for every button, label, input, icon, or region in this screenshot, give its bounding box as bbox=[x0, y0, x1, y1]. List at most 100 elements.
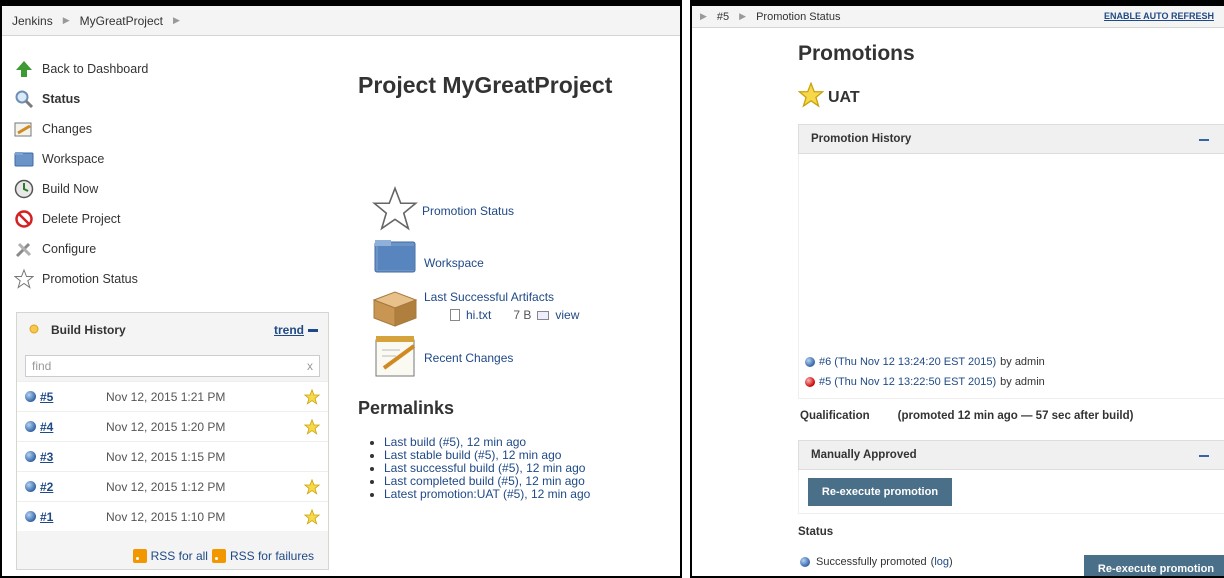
build-history-title: Build History bbox=[51, 323, 126, 337]
status-log-link[interactable]: log bbox=[934, 556, 949, 568]
side-menu: Back to Dashboard Status Changes Workspa… bbox=[14, 54, 314, 294]
menu-build-now[interactable]: Build Now bbox=[14, 174, 314, 204]
star-outline-icon bbox=[372, 186, 418, 235]
rss-icon bbox=[211, 549, 226, 563]
clock-icon bbox=[14, 179, 34, 199]
artifact-view-link[interactable]: view bbox=[555, 308, 579, 322]
history-row: #6 (Thu Nov 12 13:24:20 EST 2015) by adm… bbox=[799, 352, 1224, 372]
breadcrumb-project[interactable]: MyGreatProject bbox=[80, 14, 163, 28]
project-page-panel: Jenkins ▶ MyGreatProject ▶ Back to Dashb… bbox=[0, 0, 682, 578]
magnifier-icon bbox=[14, 89, 34, 109]
collapse-icon[interactable] bbox=[1199, 455, 1209, 457]
status-line: Successfully promoted (log) bbox=[800, 556, 953, 568]
breadcrumb-build[interactable]: #5 bbox=[717, 11, 729, 23]
rss-all-link[interactable]: RSS for all bbox=[151, 549, 208, 563]
menu-delete-project[interactable]: Delete Project bbox=[14, 204, 314, 234]
build-date: Nov 12, 2015 1:12 PM bbox=[106, 479, 226, 494]
chevron-right-icon: ▶ bbox=[700, 11, 707, 21]
blue-ball-icon bbox=[25, 511, 36, 522]
permalink[interactable]: Last completed build (#5), 12 min ago bbox=[384, 474, 585, 488]
file-icon bbox=[450, 309, 460, 321]
menu-workspace[interactable]: Workspace bbox=[14, 144, 314, 174]
list-item: Latest promotion:UAT (#5), 12 min ago bbox=[384, 488, 590, 501]
build-row[interactable]: #1 Nov 12, 2015 1:10 PM bbox=[17, 501, 328, 531]
menu-label[interactable]: Build Now bbox=[42, 182, 98, 196]
collapse-icon[interactable] bbox=[308, 328, 318, 332]
page-title: Promotions bbox=[798, 42, 915, 65]
permalinks-list: Last build (#5), 12 min ago Last stable … bbox=[384, 436, 590, 501]
status-heading: Status bbox=[798, 526, 834, 538]
build-history-widget: Build History trend find x #5 Nov 12, 20… bbox=[16, 312, 329, 570]
permalink[interactable]: Last build (#5), 12 min ago bbox=[384, 435, 526, 449]
rss-icon bbox=[132, 549, 147, 563]
promotion-history-title: Promotion History bbox=[811, 133, 912, 145]
artifact-file-link[interactable]: hi.txt bbox=[466, 308, 491, 322]
clear-search-icon[interactable]: x bbox=[307, 359, 313, 373]
re-execute-promotion-button-2[interactable]: Re-execute promotion bbox=[1084, 555, 1224, 576]
history-row: #5 (Thu Nov 12 13:22:50 EST 2015) by adm… bbox=[799, 372, 1224, 392]
build-row[interactable]: #4 Nov 12, 2015 1:20 PM bbox=[17, 411, 328, 441]
permalink[interactable]: Last stable build (#5), 12 min ago bbox=[384, 448, 561, 462]
permalink[interactable]: Latest promotion:UAT (#5), 12 min ago bbox=[384, 487, 590, 501]
promotion-history-body: #6 (Thu Nov 12 13:24:20 EST 2015) by adm… bbox=[798, 154, 1224, 399]
build-row[interactable]: #3 Nov 12, 2015 1:15 PM bbox=[17, 441, 328, 471]
build-date: Nov 12, 2015 1:10 PM bbox=[106, 509, 226, 524]
breadcrumb: Jenkins ▶ MyGreatProject ▶ bbox=[2, 6, 680, 36]
breadcrumb-promotion-status[interactable]: Promotion Status bbox=[756, 11, 840, 23]
gold-star-icon bbox=[303, 508, 321, 528]
menu-configure[interactable]: Configure bbox=[14, 234, 314, 264]
workspace-link[interactable]: Workspace bbox=[424, 256, 484, 270]
menu-back-to-dashboard[interactable]: Back to Dashboard bbox=[14, 54, 314, 84]
last-artifacts-link[interactable]: Last Successful Artifacts bbox=[424, 290, 554, 304]
chevron-right-icon[interactable]: ▶ bbox=[173, 15, 180, 26]
permalinks-heading: Permalinks bbox=[358, 398, 455, 418]
breadcrumb-jenkins[interactable]: Jenkins bbox=[12, 14, 53, 28]
folder-icon bbox=[374, 238, 418, 277]
build-row[interactable]: #5 Nov 12, 2015 1:21 PM bbox=[17, 381, 328, 411]
menu-label[interactable]: Status bbox=[42, 92, 80, 106]
recent-changes-link[interactable]: Recent Changes bbox=[424, 351, 513, 365]
history-build-link[interactable]: #6 (Thu Nov 12 13:24:20 EST 2015) bbox=[819, 356, 996, 368]
enable-auto-refresh-link[interactable]: ENABLE AUTO REFRESH bbox=[1104, 11, 1214, 21]
no-entry-icon bbox=[14, 209, 34, 229]
artifact-size: 7 B bbox=[513, 308, 532, 322]
manually-approved-title: Manually Approved bbox=[811, 449, 917, 461]
blue-ball-icon bbox=[25, 391, 36, 402]
notepad-icon bbox=[374, 334, 420, 381]
menu-status[interactable]: Status bbox=[14, 84, 314, 114]
chevron-right-icon: ▶ bbox=[62, 15, 70, 25]
up-arrow-icon bbox=[14, 59, 34, 79]
menu-promotion-status[interactable]: Promotion Status bbox=[14, 264, 314, 294]
menu-label[interactable]: Back to Dashboard bbox=[42, 62, 148, 76]
collapse-icon[interactable] bbox=[1199, 139, 1209, 141]
artifact-item: hi.txt 7 B view bbox=[450, 308, 579, 322]
menu-label[interactable]: Workspace bbox=[42, 152, 104, 166]
package-icon bbox=[372, 288, 418, 331]
promotion-status-entry[interactable]: Promotion Status bbox=[372, 186, 514, 235]
qualification-line: Qualification (promoted 12 min ago — 57 … bbox=[800, 410, 1133, 422]
build-row[interactable]: #2 Nov 12, 2015 1:12 PM bbox=[17, 471, 328, 501]
promotions-page-panel: ▶ #5 ▶ Promotion Status ENABLE AUTO REFR… bbox=[690, 0, 1224, 578]
gold-star-icon bbox=[303, 418, 321, 438]
blue-ball-icon bbox=[800, 557, 810, 567]
promotion-history-header: Promotion History bbox=[798, 124, 1224, 154]
qualification-value: (promoted 12 min ago — 57 sec after buil… bbox=[897, 410, 1134, 422]
menu-changes[interactable]: Changes bbox=[14, 114, 314, 144]
promotion-status-link[interactable]: Promotion Status bbox=[422, 204, 514, 218]
recent-changes-entry[interactable]: Recent Changes bbox=[374, 334, 513, 381]
history-build-link[interactable]: #5 (Thu Nov 12 13:22:50 EST 2015) bbox=[819, 376, 996, 388]
menu-label[interactable]: Configure bbox=[42, 242, 96, 256]
gold-star-icon bbox=[303, 478, 321, 498]
rss-failures-link[interactable]: RSS for failures bbox=[230, 549, 314, 563]
build-date: Nov 12, 2015 1:21 PM bbox=[106, 389, 226, 404]
menu-label[interactable]: Promotion Status bbox=[42, 272, 138, 286]
menu-label[interactable]: Changes bbox=[42, 122, 92, 136]
menu-label[interactable]: Delete Project bbox=[42, 212, 121, 226]
trend-link[interactable]: trend bbox=[274, 323, 304, 337]
view-icon bbox=[537, 310, 550, 320]
permalink[interactable]: Last successful build (#5), 12 min ago bbox=[384, 461, 585, 475]
workspace-entry[interactable]: Workspace bbox=[374, 238, 484, 277]
build-search-input[interactable]: find x bbox=[25, 355, 320, 377]
gold-star-icon bbox=[797, 81, 825, 113]
re-execute-promotion-button[interactable]: Re-execute promotion bbox=[808, 478, 952, 506]
